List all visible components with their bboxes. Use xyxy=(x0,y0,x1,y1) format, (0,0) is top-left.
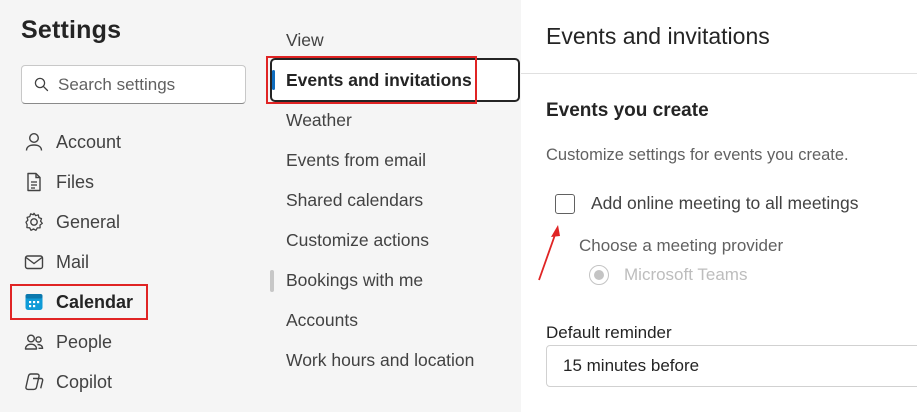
subnav-item-weather[interactable]: Weather xyxy=(286,100,519,140)
subnav-item-shared-calendars[interactable]: Shared calendars xyxy=(286,180,519,220)
document-icon xyxy=(23,171,45,193)
nav-item-label: General xyxy=(56,211,121,232)
subnav-item-view[interactable]: View xyxy=(286,20,519,60)
nav-item-mail[interactable]: Mail xyxy=(10,242,250,282)
settings-title: Settings xyxy=(21,16,122,44)
gear-icon xyxy=(23,211,45,233)
subnav-label: Customize actions xyxy=(286,229,429,250)
calendar-subnav-pane: View Events and invitations Weather Even… xyxy=(266,0,521,412)
nav-item-label: Mail xyxy=(56,251,90,272)
nav-item-label: Account xyxy=(56,131,122,152)
subnav-item-events-from-email[interactable]: Events from email xyxy=(286,140,519,180)
search-input[interactable] xyxy=(58,74,228,95)
search-box[interactable] xyxy=(21,65,246,104)
subnav-label: Weather xyxy=(286,109,352,130)
subnav-label: Shared calendars xyxy=(286,189,424,210)
calendar-highlight-box xyxy=(10,284,148,320)
people-icon xyxy=(23,331,45,353)
subnav-item-work-hours-and-location[interactable]: Work hours and location xyxy=(286,340,519,380)
nav-item-people[interactable]: People xyxy=(10,322,250,362)
subnav-item-customize-actions[interactable]: Customize actions xyxy=(286,220,519,260)
copilot-icon xyxy=(23,371,45,393)
settings-content-pane: Events and invitations Events you create… xyxy=(521,0,917,412)
nav-item-calendar[interactable]: Calendar xyxy=(10,282,250,322)
subnav-label: View xyxy=(286,29,324,50)
subnav-item-bookings-with-me[interactable]: Bookings with me xyxy=(286,260,519,300)
subnav-label: Work hours and location xyxy=(286,349,475,370)
subnav-label: Accounts xyxy=(286,309,358,330)
nav-item-general[interactable]: General xyxy=(10,202,250,242)
nav-item-copilot[interactable]: Copilot xyxy=(10,362,250,402)
settings-nav-pane: Settings Account Files General xyxy=(0,0,270,412)
nav-item-label: Files xyxy=(56,171,95,192)
subnav-item-events-and-invitations[interactable]: Events and invitations xyxy=(286,60,519,100)
search-icon xyxy=(33,77,49,93)
scroll-indicator[interactable] xyxy=(270,270,274,292)
nav-item-label: Copilot xyxy=(56,371,113,392)
nav-item-files[interactable]: Files xyxy=(10,162,250,202)
settings-nav-list: Account Files General Mail Calendar Peop… xyxy=(10,122,250,402)
subnav-label: Events from email xyxy=(286,149,427,170)
nav-item-account[interactable]: Account xyxy=(10,122,250,162)
subnav-label: Bookings with me xyxy=(286,269,424,290)
person-icon xyxy=(23,131,45,153)
subnav-label: Events and invitations xyxy=(286,69,472,90)
mail-icon xyxy=(23,251,45,273)
nav-item-label: People xyxy=(56,331,113,352)
subnav-item-accounts[interactable]: Accounts xyxy=(286,300,519,340)
annotation-arrow-icon xyxy=(538,225,560,281)
